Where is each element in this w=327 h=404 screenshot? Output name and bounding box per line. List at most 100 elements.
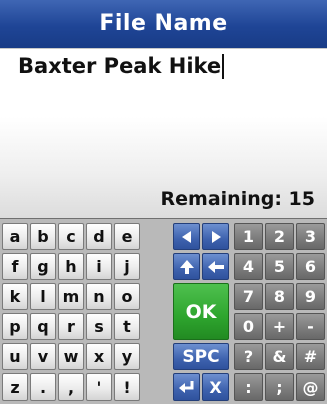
key-colon[interactable]: :	[234, 373, 263, 401]
key-t[interactable]: t	[114, 313, 140, 340]
key-label: b	[37, 227, 49, 246]
key-ampersand[interactable]: &	[265, 343, 294, 370]
key-7[interactable]: 7	[234, 283, 263, 310]
key-2[interactable]: 2	[265, 223, 294, 250]
key-label: -	[307, 317, 314, 336]
key-label: 9	[304, 287, 317, 306]
key-x[interactable]: x	[86, 343, 112, 370]
key-r[interactable]: r	[58, 313, 84, 340]
key-minus[interactable]: -	[296, 313, 325, 340]
key-w[interactable]: w	[58, 343, 84, 370]
key-label: z	[10, 377, 20, 397]
key-p[interactable]: p	[2, 313, 28, 340]
key-label: d	[93, 227, 105, 246]
key-label: '	[96, 377, 102, 397]
key-label: q	[37, 317, 49, 336]
key-s[interactable]: s	[86, 313, 112, 340]
key-label: &	[272, 347, 287, 366]
space-label: SPC	[182, 346, 220, 367]
cancel-x-key[interactable]: X	[202, 373, 229, 401]
key-c[interactable]: c	[58, 223, 84, 250]
key-label: u	[9, 347, 21, 366]
right-arrow-icon	[211, 230, 221, 243]
key-0[interactable]: 0	[234, 313, 263, 340]
key-1[interactable]: 1	[234, 223, 263, 250]
file-name-screen: File Name Baxter Peak Hike Remaining: 15…	[0, 0, 327, 404]
key-f[interactable]: f	[2, 253, 28, 280]
ok-button[interactable]: OK	[173, 283, 229, 340]
ok-label: OK	[185, 300, 217, 323]
key-j[interactable]: j	[114, 253, 140, 280]
key-label: @	[302, 377, 319, 397]
key-z[interactable]: z	[2, 373, 28, 401]
key-e[interactable]: e	[114, 223, 140, 250]
key-apostrophe[interactable]: '	[86, 373, 112, 401]
on-screen-keyboard: a b c d e 1 2 3 f g h i j 4 5 6 k l m n	[0, 218, 327, 404]
key-comma[interactable]: ,	[58, 373, 84, 401]
key-label: o	[121, 287, 133, 306]
key-label: g	[37, 257, 49, 276]
enter-key[interactable]	[173, 373, 200, 401]
key-label: 5	[273, 257, 286, 276]
key-label: c	[66, 227, 76, 246]
key-i[interactable]: i	[86, 253, 112, 280]
key-label: n	[93, 287, 105, 306]
key-label: k	[9, 287, 21, 306]
key-label: a	[9, 227, 21, 246]
key-plus[interactable]: +	[265, 313, 294, 340]
key-label: j	[124, 257, 130, 276]
key-y[interactable]: y	[114, 343, 140, 370]
shift-key[interactable]	[173, 253, 200, 280]
key-6[interactable]: 6	[296, 253, 325, 280]
key-hash[interactable]: #	[296, 343, 325, 370]
key-label: 7	[242, 287, 255, 306]
key-label: 0	[242, 317, 255, 336]
key-label: e	[121, 227, 133, 246]
key-o[interactable]: o	[114, 283, 140, 310]
filename-text-area[interactable]: Baxter Peak Hike Remaining: 15	[0, 48, 327, 218]
key-9[interactable]: 9	[296, 283, 325, 310]
key-semicolon[interactable]: ;	[265, 373, 294, 401]
key-h[interactable]: h	[58, 253, 84, 280]
key-label: 8	[273, 287, 286, 306]
key-label: ?	[243, 347, 254, 366]
key-label: f	[11, 257, 19, 276]
key-n[interactable]: n	[86, 283, 112, 310]
key-q[interactable]: q	[30, 313, 56, 340]
cursor-left-key[interactable]	[173, 223, 200, 250]
key-v[interactable]: v	[30, 343, 56, 370]
space-key[interactable]: SPC	[173, 343, 229, 370]
key-k[interactable]: k	[2, 283, 28, 310]
key-label: ,	[67, 377, 75, 397]
cursor-right-key[interactable]	[202, 223, 229, 250]
key-d[interactable]: d	[86, 223, 112, 250]
key-question[interactable]: ?	[234, 343, 263, 370]
title-bar: File Name	[0, 0, 327, 48]
key-g[interactable]: g	[30, 253, 56, 280]
key-8[interactable]: 8	[265, 283, 294, 310]
key-m[interactable]: m	[58, 283, 84, 310]
key-l[interactable]: l	[30, 283, 56, 310]
filename-input[interactable]: Baxter Peak Hike	[18, 51, 225, 81]
key-label: 4	[242, 257, 255, 276]
key-5[interactable]: 5	[265, 253, 294, 280]
key-label: :	[245, 377, 252, 397]
key-at[interactable]: @	[296, 373, 325, 401]
key-label: 6	[304, 257, 317, 276]
text-caret	[222, 53, 225, 79]
left-arrow-icon	[181, 230, 191, 243]
key-b[interactable]: b	[30, 223, 56, 250]
backspace-key[interactable]	[202, 253, 229, 280]
key-label: .	[39, 377, 47, 397]
key-label: X	[209, 377, 222, 397]
key-label: 2	[273, 227, 286, 246]
key-period[interactable]: .	[30, 373, 56, 401]
key-label: 3	[304, 227, 317, 246]
key-u[interactable]: u	[2, 343, 28, 370]
key-exclamation[interactable]: !	[114, 373, 140, 401]
key-3[interactable]: 3	[296, 223, 325, 250]
key-a[interactable]: a	[2, 223, 28, 250]
key-4[interactable]: 4	[234, 253, 263, 280]
enter-icon	[178, 381, 193, 393]
key-label: ;	[276, 377, 283, 397]
